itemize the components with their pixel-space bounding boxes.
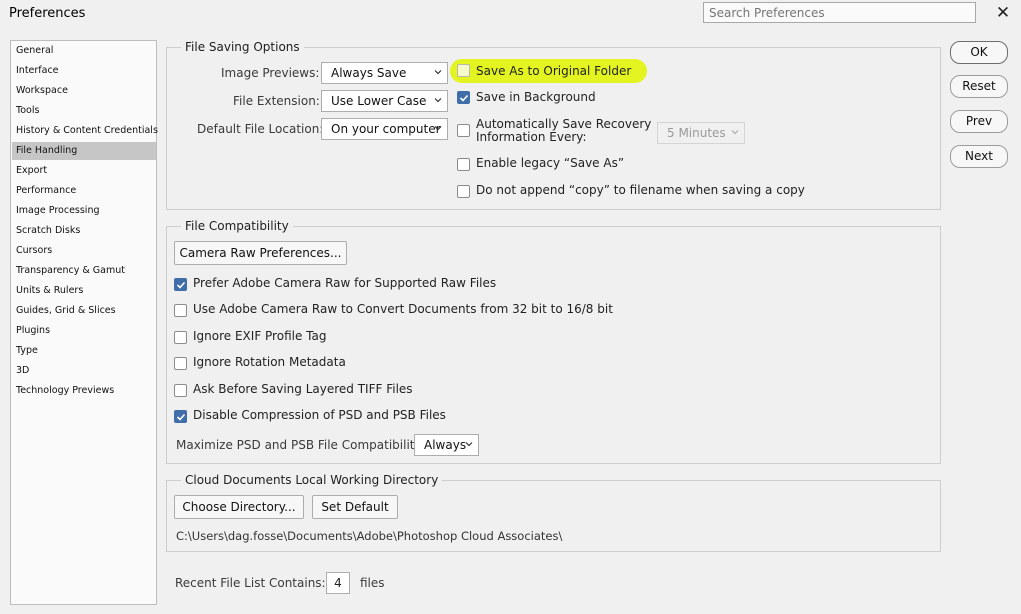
ignore-rotation-label[interactable]: Ignore Rotation Metadata xyxy=(193,355,346,369)
save-background-label[interactable]: Save in Background xyxy=(476,90,596,104)
maximize-compat-select[interactable]: Always xyxy=(414,434,479,456)
recovery-interval-value: 5 Minutes xyxy=(667,126,726,140)
sidebar-item[interactable]: File Handling xyxy=(12,142,156,160)
ok-button[interactable]: OK xyxy=(950,41,1008,64)
no-copy-label[interactable]: Do not append “copy” to filename when sa… xyxy=(476,183,805,197)
save-original-checkbox[interactable] xyxy=(457,64,470,77)
checkmark-icon xyxy=(176,281,186,289)
ignore-exif-checkbox[interactable] xyxy=(174,331,187,344)
legacy-save-as-checkbox[interactable] xyxy=(457,158,470,171)
choose-directory-button[interactable]: Choose Directory... xyxy=(174,495,304,519)
file-extension-value: Use Lower Case xyxy=(331,94,427,108)
sidebar-item[interactable]: Guides, Grid & Slices xyxy=(12,302,156,320)
checkmark-icon xyxy=(176,413,186,421)
recovery-interval-select[interactable]: 5 Minutes xyxy=(657,122,745,144)
prefer-acr-checkbox[interactable] xyxy=(174,278,187,291)
next-button[interactable]: Next xyxy=(950,145,1008,168)
no-copy-checkbox[interactable] xyxy=(457,185,470,198)
sidebar-item[interactable]: Performance xyxy=(12,182,156,200)
file-extension-label: File Extension: xyxy=(233,94,320,108)
sidebar: General Interface Workspace Tools History & … xyxy=(10,40,158,605)
sidebar-item[interactable]: Workspace xyxy=(12,82,156,100)
sidebar-item[interactable]: Tools xyxy=(12,102,156,120)
prev-button[interactable]: Prev xyxy=(950,110,1008,133)
default-location-label: Default File Location: xyxy=(197,122,324,136)
file-extension-select[interactable]: Use Lower Case xyxy=(321,90,448,112)
sidebar-item[interactable]: Transparency & Gamut xyxy=(12,262,156,280)
cloud-title: Cloud Documents Local Working Directory xyxy=(181,473,443,487)
recent-files-input[interactable]: 4 xyxy=(326,572,350,594)
ask-tiff-checkbox[interactable] xyxy=(174,384,187,397)
recent-files-suffix: files xyxy=(360,576,385,590)
sidebar-item[interactable]: Type xyxy=(12,342,156,360)
ask-tiff-label[interactable]: Ask Before Saving Layered TIFF Files xyxy=(193,382,413,396)
auto-recovery-checkbox[interactable] xyxy=(457,124,470,137)
reset-button[interactable]: Reset xyxy=(950,75,1008,98)
sidebar-item[interactable]: Technology Previews xyxy=(12,382,156,400)
legacy-save-as-label[interactable]: Enable legacy “Save As” xyxy=(476,156,624,170)
file-saving-title: File Saving Options xyxy=(181,40,304,54)
sidebar-item[interactable]: Plugins xyxy=(12,322,156,340)
sidebar-item[interactable]: Cursors xyxy=(12,242,156,260)
sidebar-item[interactable]: General xyxy=(12,42,156,60)
recent-files-label: Recent File List Contains: xyxy=(175,576,326,590)
auto-recovery-label-1[interactable]: Automatically Save Recovery xyxy=(476,117,651,131)
disable-compression-label[interactable]: Disable Compression of PSD and PSB Files xyxy=(193,408,446,422)
sidebar-item[interactable]: Interface xyxy=(12,62,156,80)
chevron-down-icon xyxy=(731,130,739,135)
default-location-value: On your computer xyxy=(331,122,441,136)
save-background-checkbox[interactable] xyxy=(457,91,470,104)
auto-recovery-label-2[interactable]: Information Every: xyxy=(476,130,587,144)
sidebar-item[interactable]: 3D xyxy=(12,362,156,380)
sidebar-item[interactable]: History & Content Credentials xyxy=(12,122,158,140)
use-acr-convert-label[interactable]: Use Adobe Camera Raw to Convert Document… xyxy=(193,302,613,316)
image-previews-select[interactable]: Always Save xyxy=(321,62,448,84)
chevron-down-icon xyxy=(434,70,442,75)
maximize-compat-label: Maximize PSD and PSB File Compatibility: xyxy=(176,438,425,452)
sidebar-item[interactable]: Scratch Disks xyxy=(12,222,156,240)
default-location-select[interactable]: On your computer xyxy=(321,118,448,140)
set-default-button[interactable]: Set Default xyxy=(312,495,398,519)
search-input[interactable] xyxy=(703,2,976,23)
chevron-down-icon xyxy=(434,126,442,131)
sidebar-item[interactable]: Units & Rulers xyxy=(12,282,156,300)
sidebar-item[interactable]: Image Processing xyxy=(12,202,156,220)
close-icon[interactable]: ✕ xyxy=(992,3,1014,23)
disable-compression-checkbox[interactable] xyxy=(174,410,187,423)
prefer-acr-label[interactable]: Prefer Adobe Camera Raw for Supported Ra… xyxy=(193,276,496,290)
chevron-down-icon xyxy=(465,442,473,447)
cloud-directory-path: C:\Users\dag.fosse\Documents\Adobe\Photo… xyxy=(176,529,563,543)
save-original-label[interactable]: Save As to Original Folder xyxy=(476,64,631,78)
camera-raw-prefs-button[interactable]: Camera Raw Preferences... xyxy=(174,241,347,265)
ignore-rotation-checkbox[interactable] xyxy=(174,357,187,370)
checkmark-icon xyxy=(459,94,469,102)
use-acr-convert-checkbox[interactable] xyxy=(174,304,187,317)
sidebar-item[interactable]: Export xyxy=(12,162,156,180)
ignore-exif-label[interactable]: Ignore EXIF Profile Tag xyxy=(193,329,326,343)
window-title: Preferences xyxy=(9,6,86,21)
compat-title: File Compatibility xyxy=(181,219,293,233)
image-previews-value: Always Save xyxy=(331,66,407,80)
chevron-down-icon xyxy=(434,98,442,103)
image-previews-label: Image Previews: xyxy=(221,66,320,80)
maximize-compat-value: Always xyxy=(424,438,467,452)
